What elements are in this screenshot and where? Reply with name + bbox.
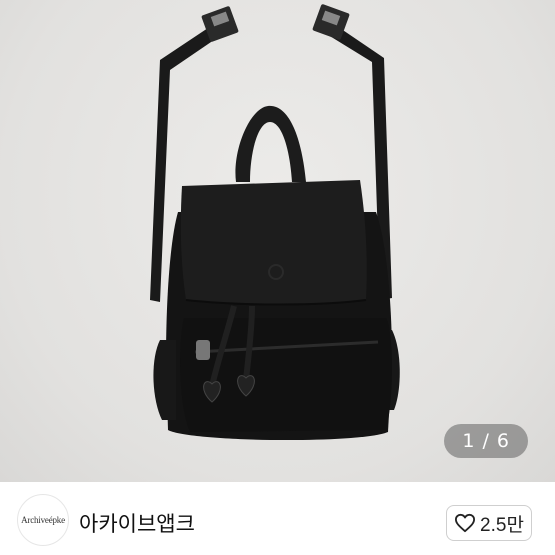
shop-avatar[interactable]: Archiveépke [17, 494, 69, 546]
heart-outline-icon [455, 513, 476, 533]
backpack-photo [150, 4, 400, 441]
like-button[interactable]: 2.5만 [446, 505, 532, 541]
shop-name[interactable]: 아카이브앱크 [79, 508, 195, 538]
image-page-counter[interactable]: 1 / 6 [444, 424, 528, 458]
shop-logo-text: Archiveépke [21, 515, 65, 525]
product-image-viewer[interactable]: 1 / 6 [0, 0, 555, 482]
like-count: 2.5만 [480, 514, 524, 536]
